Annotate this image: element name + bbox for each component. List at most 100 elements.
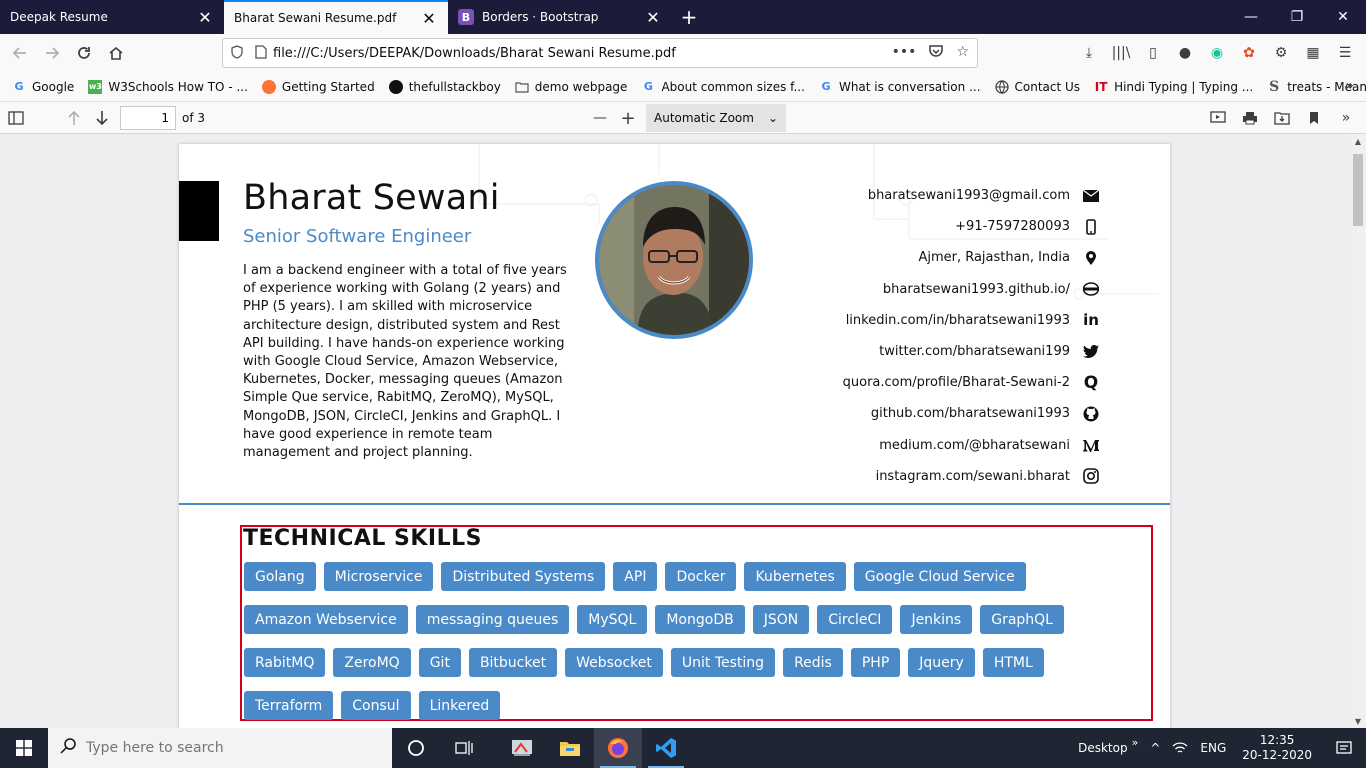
extensions-icon[interactable]: ▦ [1300, 40, 1326, 66]
close-tab-icon[interactable]: ✕ [420, 9, 438, 28]
grammarly-icon[interactable]: ◉ [1204, 40, 1230, 66]
bookmark-google[interactable]: G Google [12, 80, 74, 94]
notifications-icon[interactable] [1322, 740, 1366, 756]
contact-medium[interactable]: medium.com/@bharatsewani [843, 430, 1102, 461]
bookmarks-bar: G Google w3 W3Schools How TO - ... Getti… [0, 72, 1366, 102]
bookmark-conversation[interactable]: G What is conversation ... [819, 79, 981, 94]
bookmark-common-sizes[interactable]: G About common sizes f... [641, 80, 805, 94]
contact-email[interactable]: bharatsewani1993@gmail.com [843, 180, 1102, 211]
scroll-down-icon[interactable]: ▼ [1350, 714, 1366, 728]
colorpicker-extension-icon[interactable]: ✿ [1236, 40, 1262, 66]
bookmark-thefullstackboy[interactable]: thefullstackboy [388, 79, 501, 94]
contact-linkedin[interactable]: linkedin.com/in/bharatsewani1993 in [843, 305, 1102, 336]
start-button[interactable] [0, 728, 48, 768]
wifi-icon[interactable] [1166, 741, 1194, 755]
skill-badge: Amazon Webservice [244, 605, 408, 634]
contact-instagram[interactable]: instagram.com/sewani.bharat [843, 461, 1102, 492]
toggle-sidebar-button[interactable] [2, 104, 30, 132]
scroll-up-icon[interactable]: ▲ [1350, 134, 1366, 148]
previous-page-button[interactable] [60, 104, 88, 132]
scrollbar-thumb[interactable] [1353, 154, 1363, 226]
account-icon[interactable]: ● [1172, 40, 1198, 66]
tab-bharat-sewani-resume[interactable]: Bharat Sewani Resume.pdf ✕ [224, 0, 448, 34]
bookmark-getting-started[interactable]: Getting Started [261, 79, 375, 94]
restore-icon[interactable]: ❐ [1274, 0, 1320, 34]
home-button[interactable] [100, 37, 132, 69]
sidebar-icon[interactable]: ▯ [1140, 40, 1166, 66]
minimize-icon[interactable]: — [1228, 0, 1274, 34]
contact-location[interactable]: Ajmer, Rajasthan, India [843, 242, 1102, 273]
vertical-scrollbar[interactable]: ▲ ▼ [1350, 134, 1366, 728]
save-button[interactable] [1268, 104, 1296, 132]
bookmark-contact-us[interactable]: Contact Us [994, 80, 1080, 94]
clock[interactable]: 12:35 20-12-2020 [1232, 733, 1322, 763]
tab-borders-bootstrap[interactable]: B Borders · Bootstrap ✕ [448, 0, 672, 34]
zoom-select[interactable]: Automatic Zoom ⌄ [646, 104, 786, 132]
twitter-icon [1080, 345, 1102, 359]
bookmark-w3schools[interactable]: w3 W3Schools How TO - ... [88, 79, 248, 94]
task-view-icon[interactable] [440, 728, 488, 768]
taskbar-search-input[interactable] [86, 740, 366, 756]
desktop-toolbar[interactable]: Desktop » [1072, 736, 1144, 756]
skill-badge: Unit Testing [670, 648, 776, 677]
zoom-out-button[interactable]: — [586, 104, 614, 132]
print-button[interactable] [1236, 104, 1264, 132]
url-input[interactable] [273, 45, 892, 61]
pocket-icon[interactable] [928, 44, 944, 62]
contact-github[interactable]: github.com/bharatsewani1993 [843, 398, 1102, 429]
contact-text: bharatsewani1993@gmail.com [867, 188, 1070, 204]
pdf-viewer[interactable]: Bharat Sewani Senior Software Engineer I… [0, 134, 1350, 728]
window-controls: — ❐ ✕ [1228, 0, 1366, 34]
page-actions-icon[interactable]: ••• [892, 44, 917, 62]
skill-badge: JSON [752, 605, 810, 634]
settings-extension-icon[interactable]: ⚙ [1268, 40, 1294, 66]
back-button[interactable] [4, 37, 36, 69]
snip-tool-icon[interactable] [498, 728, 546, 768]
google-icon: G [14, 80, 24, 93]
presentation-mode-button[interactable] [1204, 104, 1232, 132]
url-bar[interactable]: ••• ☆ [222, 38, 978, 68]
page-number-input[interactable] [120, 105, 176, 130]
skill-badge: Websocket [565, 648, 663, 677]
downloads-icon[interactable]: ⤓ [1076, 40, 1102, 66]
tab-strip: Deepak Resume ✕ Bharat Sewani Resume.pdf… [0, 0, 1366, 34]
close-window-icon[interactable]: ✕ [1320, 0, 1366, 34]
zoom-in-button[interactable]: + [614, 104, 642, 132]
bookmark-view-button[interactable] [1300, 104, 1328, 132]
menu-icon[interactable]: ☰ [1332, 40, 1358, 66]
forward-button[interactable] [36, 37, 68, 69]
contact-website[interactable]: bharatsewani1993.github.io/ [843, 274, 1102, 305]
bookmark-demo-webpage[interactable]: demo webpage [515, 80, 627, 94]
contact-twitter[interactable]: twitter.com/bharatsewani199 [843, 336, 1102, 367]
language-indicator[interactable]: ENG [1194, 741, 1232, 755]
s-icon: S [1269, 78, 1280, 95]
bookmarks-overflow-icon[interactable]: » [1345, 78, 1354, 94]
firefox-taskbar-icon[interactable] [594, 728, 642, 768]
contact-quora[interactable]: quora.com/profile/Bharat-Sewani-2 Q [843, 367, 1102, 398]
show-hidden-icons[interactable]: ^ [1144, 741, 1166, 755]
file-explorer-icon[interactable] [546, 728, 594, 768]
close-tab-icon[interactable]: ✕ [196, 8, 214, 27]
vscode-taskbar-icon[interactable] [642, 728, 690, 768]
taskbar-search[interactable] [48, 728, 392, 768]
navigation-bar: ••• ☆ ⤓ |||\ ▯ ● ◉ ✿ ⚙ ▦ ☰ [0, 34, 1366, 72]
desktop-label: Desktop [1078, 741, 1128, 755]
tab-deepak-resume[interactable]: Deepak Resume ✕ [0, 0, 224, 34]
skill-badge: Jquery [908, 648, 975, 677]
bookmark-label: What is conversation ... [838, 79, 981, 94]
bookmark-label: Getting Started [281, 79, 375, 94]
shield-icon[interactable] [231, 44, 249, 62]
library-icon[interactable]: |||\ [1108, 40, 1134, 66]
sidebar-toggle-icon [8, 110, 24, 125]
contact-phone[interactable]: +91-7597280093 [843, 211, 1102, 242]
bookmark-hindi-typing[interactable]: IT Hindi Typing | Typing ... [1094, 80, 1253, 94]
close-tab-icon[interactable]: ✕ [644, 8, 662, 27]
github-icon [388, 79, 403, 94]
skill-badge: MySQL [577, 605, 648, 634]
cortana-icon[interactable] [392, 728, 440, 768]
next-page-button[interactable] [88, 104, 116, 132]
reload-button[interactable] [68, 37, 100, 69]
tools-button[interactable]: » [1332, 104, 1360, 132]
new-tab-button[interactable]: + [672, 0, 706, 34]
bookmark-star-icon[interactable]: ☆ [956, 44, 969, 62]
